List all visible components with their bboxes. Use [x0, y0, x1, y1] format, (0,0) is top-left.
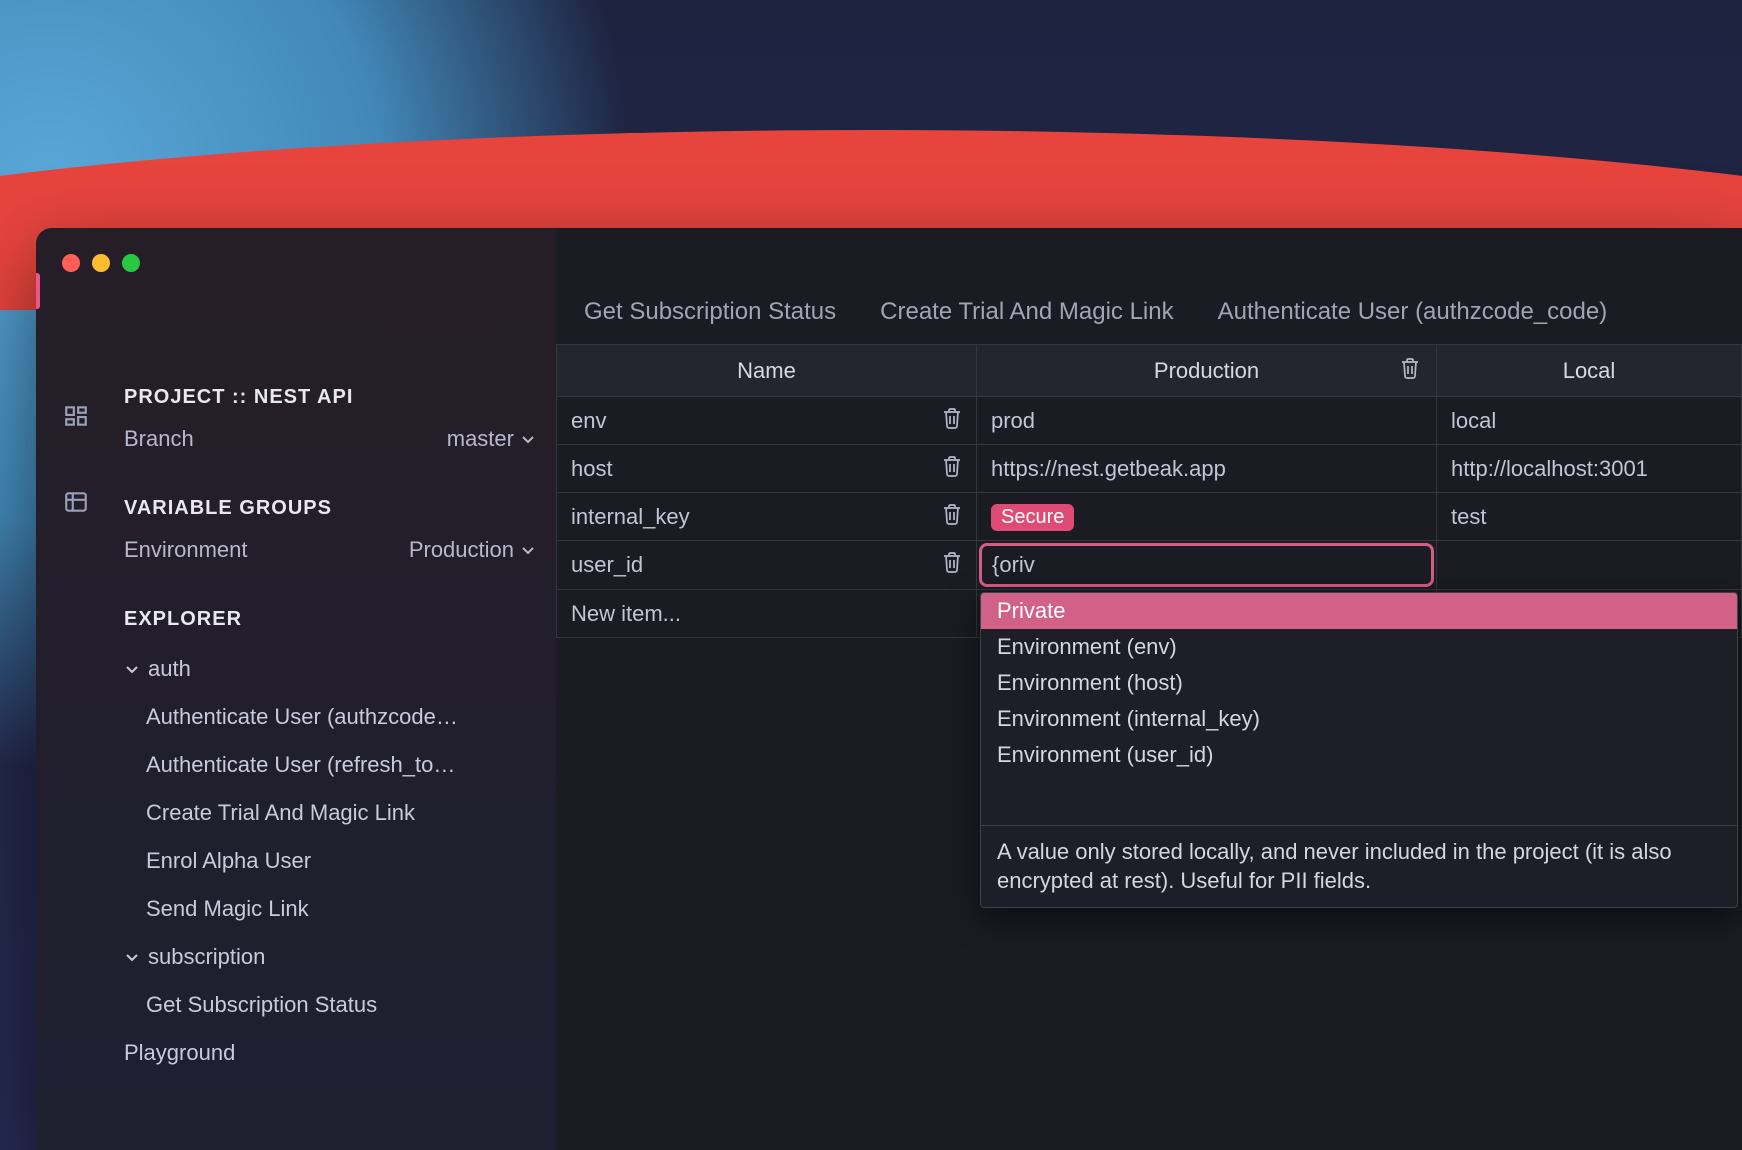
variable-groups-section: VARIABLE GROUPS Environment Production	[116, 497, 556, 574]
tree-label: Create Trial And Magic Link	[146, 800, 415, 826]
tree-item[interactable]: Authenticate User (authzcode…	[116, 693, 556, 741]
variable-name-cell[interactable]: env	[557, 397, 977, 445]
table-row: user_id	[557, 541, 1742, 590]
variable-name-cell[interactable]: host	[557, 445, 977, 493]
variable-value-input[interactable]	[992, 552, 1421, 578]
new-item-placeholder[interactable]: New item...	[557, 590, 977, 638]
tree-label: auth	[148, 656, 191, 682]
tree-item[interactable]: Create Trial And Magic Link	[116, 789, 556, 837]
sidebar: PROJECT :: NEST API Branch master VARIAB…	[36, 228, 556, 1150]
trash-icon	[1400, 357, 1420, 379]
main-panel: Get Subscription Status Create Trial And…	[556, 228, 1742, 1150]
maximize-window-button[interactable]	[122, 254, 140, 272]
variable-groups-title: VARIABLE GROUPS	[116, 497, 556, 520]
project-title: PROJECT :: NEST API	[116, 386, 556, 409]
sidebar-content: PROJECT :: NEST API Branch master VARIAB…	[116, 348, 556, 1150]
close-window-button[interactable]	[62, 254, 80, 272]
variable-value-cell[interactable]: local	[1437, 397, 1742, 445]
variable-value-cell[interactable]: prod	[977, 397, 1437, 445]
tree-label: Enrol Alpha User	[146, 848, 311, 874]
branch-selector[interactable]: Branch master	[116, 415, 556, 463]
branch-value: master	[447, 426, 514, 452]
variable-value-cell[interactable]: Secure	[977, 493, 1437, 541]
chevron-down-icon	[124, 661, 140, 677]
variable-name-cell[interactable]: internal_key	[557, 493, 977, 541]
nav-variables-icon[interactable]	[36, 472, 116, 532]
variable-value-cell[interactable]: https://nest.getbeak.app	[977, 445, 1437, 493]
column-header-production: Production	[977, 345, 1437, 397]
delete-row-button[interactable]	[942, 503, 962, 531]
app-window: PROJECT :: NEST API Branch master VARIAB…	[36, 228, 1742, 1150]
nav-rail	[36, 348, 116, 1150]
explorer-section: EXPLORER auth Authenticate User (authzco…	[116, 608, 556, 1077]
variable-value-cell-editing[interactable]	[977, 541, 1437, 590]
branch-label: Branch	[124, 426, 194, 452]
secure-badge: Secure	[991, 504, 1074, 531]
project-section: PROJECT :: NEST API Branch master	[116, 386, 556, 463]
tree-item[interactable]: Authenticate User (refresh_to…	[116, 741, 556, 789]
tree-label: Playground	[124, 1040, 235, 1066]
chevron-down-icon	[520, 431, 536, 447]
variable-value-cell[interactable]	[1437, 541, 1742, 590]
tree-label: Send Magic Link	[146, 896, 309, 922]
column-header-label: Production	[1154, 358, 1259, 383]
explorer-title: EXPLORER	[116, 608, 556, 631]
autocomplete-item-private[interactable]: Private	[981, 593, 1737, 629]
autocomplete-item[interactable]: Environment (internal_key)	[981, 701, 1737, 737]
environment-value: Production	[409, 537, 514, 563]
window-controls	[62, 254, 140, 272]
tab-get-subscription-status[interactable]: Get Subscription Status	[584, 298, 836, 326]
tree-label: Get Subscription Status	[146, 992, 377, 1018]
tree-item[interactable]: Enrol Alpha User	[116, 837, 556, 885]
autocomplete-description: A value only stored locally, and never i…	[981, 825, 1737, 907]
tab-create-trial-and-magic-link[interactable]: Create Trial And Magic Link	[880, 298, 1173, 326]
variable-value-cell[interactable]: test	[1437, 493, 1742, 541]
tree-folder-subscription[interactable]: subscription	[116, 933, 556, 981]
delete-row-button[interactable]	[942, 455, 962, 483]
environment-label: Environment	[124, 537, 248, 563]
chevron-down-icon	[124, 949, 140, 965]
variable-name-cell[interactable]: user_id	[557, 541, 977, 590]
tab-authenticate-user[interactable]: Authenticate User (authzcode_code)	[1218, 298, 1608, 326]
autocomplete-popup: Private Environment (env) Environment (h…	[980, 592, 1738, 908]
delete-row-button[interactable]	[942, 551, 962, 579]
nav-project-icon[interactable]	[36, 386, 116, 446]
cell-input-wrap	[979, 543, 1434, 587]
column-header-local: Local	[1437, 345, 1742, 397]
nav-rail-active-marker	[36, 273, 40, 309]
trash-icon	[942, 407, 962, 429]
tree-label: subscription	[148, 944, 265, 970]
autocomplete-list: Private Environment (env) Environment (h…	[981, 593, 1737, 825]
autocomplete-item[interactable]: Environment (host)	[981, 665, 1737, 701]
table-row: env prod local	[557, 397, 1742, 445]
table-row: host https://nest.getbeak.app http://loc…	[557, 445, 1742, 493]
table-row: internal_key Secure test	[557, 493, 1742, 541]
tree-label: Authenticate User (refresh_to…	[146, 752, 455, 778]
tabs-bar: Get Subscription Status Create Trial And…	[556, 228, 1742, 344]
chevron-down-icon	[520, 542, 536, 558]
autocomplete-item[interactable]: Environment (user_id)	[981, 737, 1737, 773]
trash-icon	[942, 503, 962, 525]
tree-item[interactable]: Get Subscription Status	[116, 981, 556, 1029]
trash-icon	[942, 551, 962, 573]
variable-value-cell[interactable]: http://localhost:3001	[1437, 445, 1742, 493]
autocomplete-item[interactable]: Environment (env)	[981, 629, 1737, 665]
delete-row-button[interactable]	[942, 407, 962, 435]
minimize-window-button[interactable]	[92, 254, 110, 272]
tree-item-playground[interactable]: Playground	[116, 1029, 556, 1077]
environment-selector[interactable]: Environment Production	[116, 526, 556, 574]
tree-label: Authenticate User (authzcode…	[146, 704, 458, 730]
tree-folder-auth[interactable]: auth	[116, 645, 556, 693]
delete-column-button[interactable]	[1400, 357, 1420, 385]
trash-icon	[942, 455, 962, 477]
tree-item[interactable]: Send Magic Link	[116, 885, 556, 933]
column-header-name: Name	[557, 345, 977, 397]
